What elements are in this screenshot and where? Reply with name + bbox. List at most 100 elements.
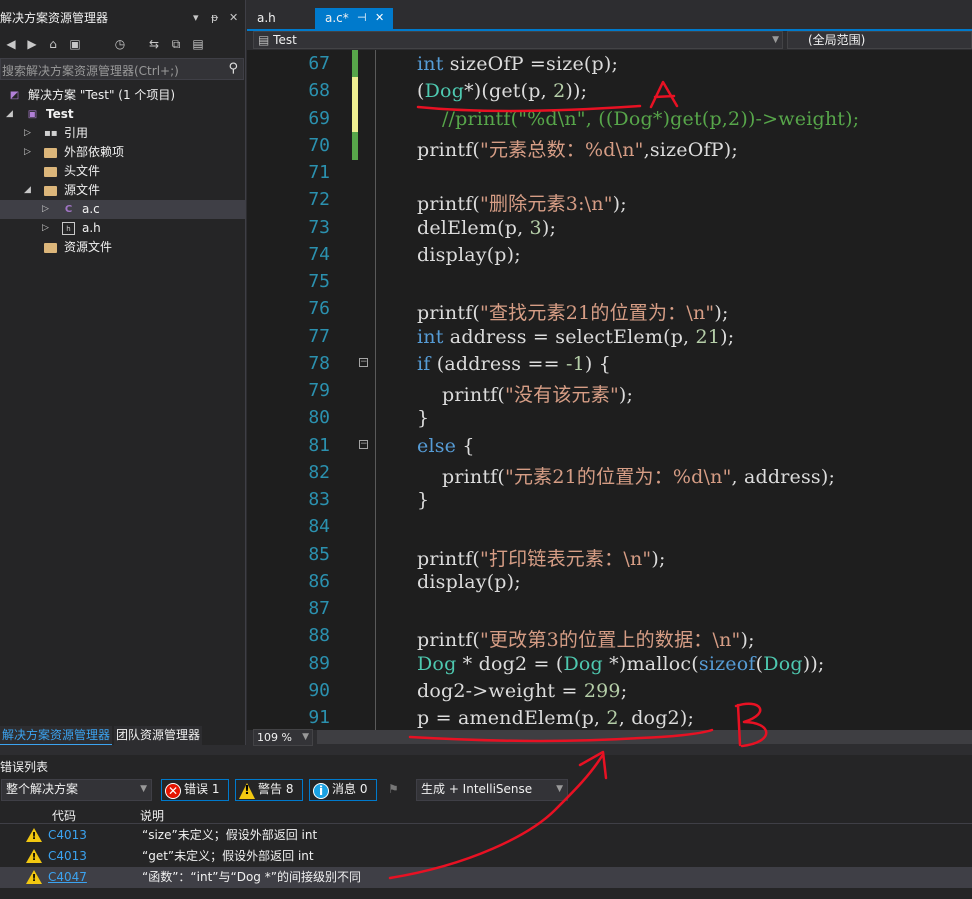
code-line[interactable]: 73 delElem(p, 3); [247,214,972,241]
code-line[interactable]: 78 − if (address == -1) { [247,350,972,377]
code-text: else { [417,434,475,457]
filter-icon[interactable]: ⚑ [388,782,399,796]
scope-filter-dropdown[interactable]: 整个解决方案 ▼ [1,779,152,801]
properties-icon[interactable]: ▤ [190,36,206,52]
column-header-code[interactable]: 代码 [52,807,76,824]
zoom-dropdown[interactable]: 109 % ▼ [253,729,313,746]
horizontal-scrollbar[interactable] [317,730,972,744]
tab-solution-explorer[interactable]: 解决方案资源管理器 [0,726,113,745]
code-line[interactable]: 70 printf("元素总数：%d\n",sizeOfP); [247,131,972,161]
tab-team-explorer[interactable]: 团队资源管理器 [114,726,203,745]
dropdown-icon[interactable]: ▾ [193,8,199,28]
tree-item-header-files[interactable]: 头文件 [0,162,245,181]
collapse-all-icon[interactable]: ⧉ [168,36,184,52]
tree-item-a-c[interactable]: ▷ C a.c [0,200,245,219]
code-line[interactable]: 76 printf("查找元素21的位置为：\n"); [247,295,972,325]
change-marker [352,131,358,160]
collapsed-arrow-icon[interactable]: ▷ [24,143,31,162]
tree-item-project[interactable]: ◢ ▣ Test [0,105,245,124]
error-list-title: 错误列表 [0,760,49,774]
code-line[interactable]: 83} [247,486,972,513]
code-line[interactable]: 79 printf("没有该元素"); [247,377,972,406]
info-icon: i [313,783,329,799]
messages-count: 消息 0 [332,782,368,796]
code-line[interactable]: 85 printf("打印链表元素：\n"); [247,541,972,570]
tree-item-label: 资源文件 [64,240,113,254]
code-line[interactable]: 77 int address = selectElem(p, 21); [247,323,972,350]
code-line[interactable]: 89 Dog * dog2 = (Dog *)malloc(sizeof(Dog)… [247,650,972,677]
pin-icon[interactable]: ᵽ [211,8,218,28]
h-file-icon: h [62,222,75,235]
code-line[interactable]: 80} [247,404,972,431]
home-icon[interactable]: ⌂ [45,36,61,52]
tab-a-h[interactable]: a.h [247,8,315,30]
error-row-selected[interactable]: ! C4047 “函数”：“int”与“Dog *”的间接级别不同 [0,867,972,888]
line-number: 87 [308,598,330,619]
code-line[interactable]: 75 [247,268,972,295]
error-row[interactable]: ! C4013 “size”未定义；假设外部返回 int [0,825,972,846]
tree-item-references[interactable]: ▷ ▪▪ 引用 [0,124,245,143]
collapse-icon[interactable]: − [359,357,368,367]
code-line[interactable]: 81 − else { [247,432,972,459]
expanded-arrow-icon[interactable]: ◢ [24,181,31,200]
error-code[interactable]: C4013 [48,846,87,867]
history-icon[interactable]: ◷ [112,36,128,52]
line-number: 84 [308,516,330,538]
code-line[interactable]: 91 p = amendElem(p, 2, dog2); [247,704,972,730]
tree-item-resource-files[interactable]: 资源文件 [0,238,245,257]
code-line[interactable]: 67 int sizeOfP =size(p); [247,50,972,78]
error-code[interactable]: C4013 [48,825,87,846]
code-line[interactable]: 82 printf("元素21的位置为：%d\n", address); [247,459,972,488]
collapsed-arrow-icon[interactable]: ▷ [42,200,49,219]
close-icon[interactable]: ✕ [229,8,238,28]
code-text: printf("查找元素21的位置为：\n"); [417,302,729,325]
close-tab-icon[interactable]: ✕ [375,8,384,28]
code-line[interactable]: 72 printf("删除元素3:\n"); [247,186,972,215]
code-text: printf("元素总数：%d\n",sizeOfP); [417,138,738,161]
code-line[interactable]: 71 [247,159,972,186]
warnings-count: 警告 8 [258,782,294,796]
collapsed-arrow-icon[interactable]: ▷ [42,219,49,238]
search-icon[interactable]: ⚲ [228,61,238,76]
pin-tab-icon[interactable]: ⊣ [357,8,367,28]
error-row[interactable]: ! C4013 “get”未定义；假设外部返回 int [0,846,972,867]
line-number: 90 [308,679,330,701]
solution-explorer-search[interactable]: 搜索解决方案资源管理器(Ctrl+;) ⚲ [0,58,244,80]
tree-item-solution[interactable]: ◩ 解决方案 "Test" (1 个项目) [0,86,245,105]
tree-item-a-h[interactable]: ▷ h a.h [0,219,245,238]
line-number: 80 [308,407,330,429]
code-line[interactable]: 84 [247,513,972,540]
code-line[interactable]: 74 display(p); [247,241,972,268]
errors-filter-button[interactable]: ✕ 错误 1 [161,779,229,801]
code-line[interactable]: 88 printf("更改第3的位置上的数据：\n"); [247,622,972,651]
tree-item-label: 解决方案 "Test" (1 个项目) [28,88,176,102]
line-number: 68 [308,80,330,102]
code-line[interactable]: 69 //printf("%d\n", ((Dog*)get(p,2))->we… [247,104,972,133]
collapse-icon[interactable]: − [359,439,368,449]
error-icon: ✕ [165,783,181,799]
project-dropdown[interactable]: ▤ Test ▼ [253,31,783,49]
code-line[interactable]: 90 dog2->weight = 299; [247,677,972,704]
warnings-filter-button[interactable]: ! 警告 8 [235,779,303,801]
switch-view-icon[interactable]: ▣ [67,36,83,52]
error-code[interactable]: C4047 [48,867,87,888]
code-line[interactable]: 86 display(p); [247,568,972,595]
forward-icon[interactable]: ▶ [24,36,40,52]
tab-a-c[interactable]: a.c* ⊣ ✕ [315,8,393,30]
collapsed-arrow-icon[interactable]: ▷ [24,124,31,143]
sync-icon[interactable]: ⇆ [146,36,162,52]
tree-item-source-files[interactable]: ◢ 源文件 [0,181,245,200]
line-number: 70 [308,134,330,156]
build-source-dropdown[interactable]: 生成 + IntelliSense ▼ [416,779,568,801]
scope-dropdown[interactable]: (全局范围) [787,31,972,49]
column-header-description[interactable]: 说明 [140,807,164,824]
tree-item-external-deps[interactable]: ▷ 外部依赖项 [0,143,245,162]
error-list-toolbar: 整个解决方案 ▼ ✕ 错误 1 ! 警告 8 i 消息 0 ⚑ 生成 + Int… [0,779,972,803]
back-icon[interactable]: ◀ [3,36,19,52]
expanded-arrow-icon[interactable]: ◢ [6,105,13,124]
code-line[interactable]: 68 (Dog*)(get(p, 2)); [247,77,972,106]
messages-filter-button[interactable]: i 消息 0 [309,779,377,801]
code-editor[interactable]: 67 int sizeOfP =size(p); 68 (Dog*)(get(p, 2… [247,50,972,730]
code-line[interactable]: 87 [247,595,972,622]
code-text: display(p); [417,570,521,593]
